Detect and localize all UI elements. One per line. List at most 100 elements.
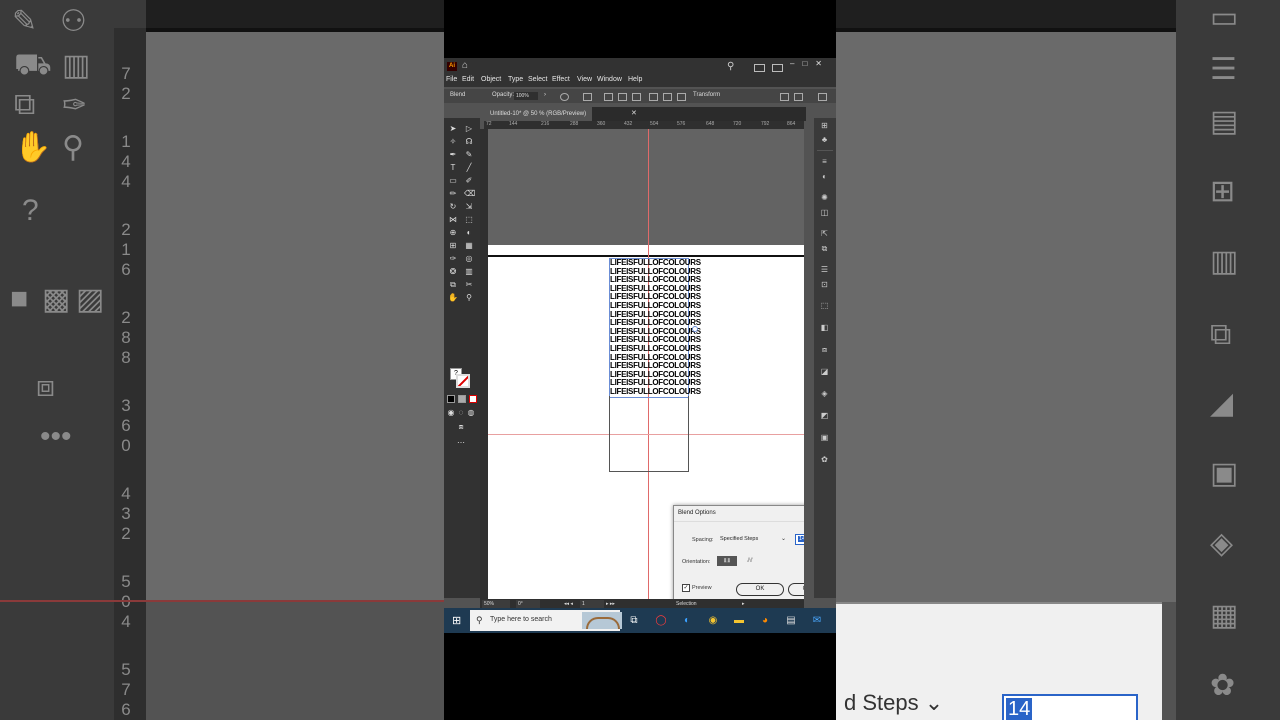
gradient-panel-icon[interactable]: ◧ (820, 324, 829, 332)
direct-selection-tool-icon[interactable]: ▷ (464, 124, 474, 134)
arrange-documents-icon[interactable] (754, 64, 765, 72)
align-right-icon[interactable] (632, 93, 641, 101)
artboard-tool-icon[interactable]: ⧉ (448, 280, 458, 290)
taskbar-search[interactable]: ⚲ Type here to search (470, 610, 622, 631)
file-explorer-icon[interactable]: ▬ (733, 615, 745, 627)
store-icon[interactable]: ▤ (785, 615, 797, 627)
blend-tool-icon[interactable]: ◎ (464, 254, 474, 264)
menu-type[interactable]: Type (508, 76, 523, 83)
align-left-icon[interactable] (604, 93, 613, 101)
cancel-button[interactable]: Cancel (788, 583, 804, 596)
pathfinder-panel-icon[interactable]: ⬚ (820, 302, 829, 310)
export-icon[interactable]: ⇱ (820, 230, 829, 238)
canvas-area[interactable]: LIFEISFULLOFCOLOURS LIFEISFULLOFCOLOURS … (488, 129, 804, 599)
align-middle-icon[interactable] (663, 93, 672, 101)
artboards-panel-icon[interactable]: ⧉ (820, 245, 829, 253)
perspective-grid-icon[interactable]: ⊞ (448, 241, 458, 251)
color-mode-icon[interactable] (447, 395, 455, 403)
rectangle-outline[interactable] (609, 396, 689, 472)
align-to-path-orientation-button[interactable]: ⫽⫽ (740, 556, 760, 566)
mail-icon[interactable]: ✉ (811, 615, 823, 627)
chevron-down-icon[interactable]: ⌄ (781, 535, 786, 544)
firefox-icon[interactable]: ◕ (759, 615, 771, 627)
blended-text-object[interactable]: LIFEISFULLOFCOLOURS LIFEISFULLOFCOLOURS … (609, 258, 701, 398)
paintbrush-icon[interactable]: ✐ (464, 176, 474, 186)
menu-window[interactable]: Window (597, 76, 622, 83)
align-to-page-orientation-button[interactable]: ⫫⫫ (717, 556, 737, 566)
opera-icon[interactable]: ◯ (655, 615, 667, 627)
gradient-mode-icon[interactable] (458, 395, 466, 403)
document-tab[interactable]: Untitled-10* @ 50 % (RGB/Preview) (484, 107, 593, 121)
panel-menu-icon[interactable] (818, 93, 827, 101)
search-icon[interactable]: ⚲ (727, 61, 734, 72)
edit-toolbar-icon[interactable]: ⋯ (456, 438, 466, 448)
menu-edit[interactable]: Edit (462, 76, 474, 83)
shaper-tool-icon[interactable]: ✏ (448, 189, 458, 199)
align-top-icon[interactable] (649, 93, 658, 101)
type-tool-icon[interactable]: T (448, 163, 458, 173)
status-menu-icon[interactable]: ▸ (742, 600, 745, 608)
opacity-arrow-icon[interactable]: › (544, 92, 546, 98)
menu-effect[interactable]: Effect (552, 76, 570, 83)
menu-select[interactable]: Select (528, 76, 547, 83)
free-transform-icon[interactable]: ⬚ (464, 215, 474, 225)
menu-object[interactable]: Object (481, 76, 501, 83)
live-paint-icon[interactable]: ◐ (464, 228, 474, 238)
zoom-field[interactable]: 50% (482, 600, 510, 608)
shape-builder-tool-icon[interactable]: ⊕ (448, 228, 458, 238)
artboard-number-field[interactable]: 1 (580, 600, 604, 608)
opacity-label[interactable]: Opacity: (492, 92, 514, 98)
recolor-icon[interactable] (560, 93, 569, 101)
windows-start-icon[interactable]: ⊞ (452, 614, 461, 627)
menu-view[interactable]: View (577, 76, 592, 83)
edge-icon[interactable]: ◐ (681, 615, 693, 627)
curvature-tool-icon[interactable]: ✎ (464, 150, 474, 160)
menu-lines-icon[interactable]: ≡ (820, 158, 829, 166)
align-center-icon[interactable] (618, 93, 627, 101)
spacing-dropdown[interactable]: Specified Steps (720, 535, 788, 544)
brushes-icon[interactable]: ✺ (820, 194, 829, 202)
opacity-field[interactable]: 100% (514, 92, 538, 100)
slice-tool-icon[interactable]: ✂ (464, 280, 474, 290)
layers-panel-icon[interactable]: ◈ (820, 390, 829, 398)
draw-inside-icon[interactable]: ◍ (466, 408, 476, 418)
draw-normal-icon[interactable]: ◉ (446, 408, 456, 418)
arrange-icon[interactable] (794, 93, 803, 101)
preview-checkbox[interactable]: ✓ (682, 584, 690, 592)
selection-tool-icon[interactable]: ➤ (448, 124, 458, 134)
appearance-icon[interactable]: ◐ (820, 173, 829, 181)
rotation-field[interactable]: 0° (516, 600, 540, 608)
hand-tool-icon[interactable]: ✋ (448, 293, 458, 303)
stroke-panel-icon[interactable]: ⧈ (820, 346, 829, 354)
symbols-icon[interactable]: ◫ (820, 209, 829, 217)
transform-link[interactable]: Transform (693, 92, 720, 98)
image-trace-icon[interactable]: ▣ (820, 434, 829, 442)
align-bottom-icon[interactable] (677, 93, 686, 101)
align-panel-icon[interactable]: ☰ (820, 266, 829, 274)
magic-wand-icon[interactable]: ✧ (448, 137, 458, 147)
rotate-tool-icon[interactable]: ↻ (448, 202, 458, 212)
properties-panel-icon[interactable]: ⊞ (820, 122, 829, 130)
eraser-icon[interactable]: ⌫ (464, 189, 475, 199)
steps-input[interactable]: 14 (795, 534, 804, 545)
eyedropper-tool-icon[interactable]: ✑ (448, 254, 458, 264)
libraries-panel-icon[interactable]: ♣ (820, 136, 829, 144)
chrome-icon[interactable]: ◉ (707, 615, 719, 627)
close-tab-icon[interactable]: ✕ (631, 107, 637, 121)
links-panel-icon[interactable]: ◩ (820, 412, 829, 420)
rectangle-tool-icon[interactable]: ▭ (448, 176, 458, 186)
menu-help[interactable]: Help (628, 76, 642, 83)
artboard-nav-icon[interactable]: ◂◂ ◂ (564, 600, 573, 608)
pen-tool-icon[interactable]: ✒ (448, 150, 458, 160)
draw-behind-icon[interactable]: ◌ (456, 408, 466, 418)
stroke-swatch[interactable] (456, 374, 470, 388)
align-to-icon[interactable] (583, 93, 592, 101)
isolate-icon[interactable] (780, 93, 789, 101)
screen-mode-icon[interactable]: ⧈ (456, 422, 466, 432)
scale-tool-icon[interactable]: ⇲ (464, 202, 474, 212)
home-icon[interactable]: ⌂ (462, 61, 472, 71)
transform-panel-icon[interactable]: ⊡ (820, 281, 829, 289)
mesh-tool-icon[interactable]: ▦ (464, 241, 474, 251)
line-tool-icon[interactable]: ╱ (464, 163, 474, 173)
transparency-panel-icon[interactable]: ◪ (820, 368, 829, 376)
